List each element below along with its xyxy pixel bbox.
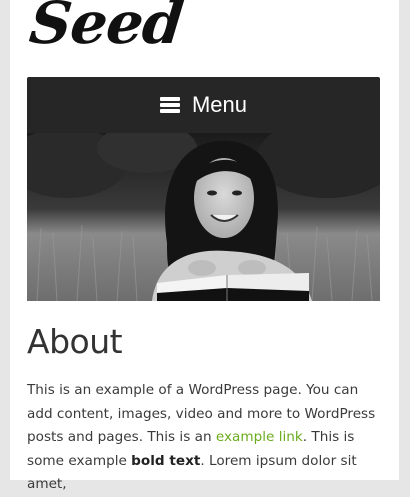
main-content: About This is an example of a WordPress … <box>27 322 387 497</box>
page-title: About <box>27 322 123 361</box>
page-container: Seed Menu About This is an example of a … <box>10 0 399 492</box>
body-paragraph: This is an example of a WordPress page. … <box>27 379 387 497</box>
example-link[interactable]: example link <box>216 429 303 445</box>
menu-label: Menu <box>191 92 248 117</box>
site-logo[interactable]: Seed <box>26 0 185 57</box>
bold-text: bold text <box>131 452 201 469</box>
menu-toggle-button[interactable]: Menu <box>27 77 380 133</box>
hamburger-icon <box>159 97 180 113</box>
hero-image <box>27 133 380 301</box>
